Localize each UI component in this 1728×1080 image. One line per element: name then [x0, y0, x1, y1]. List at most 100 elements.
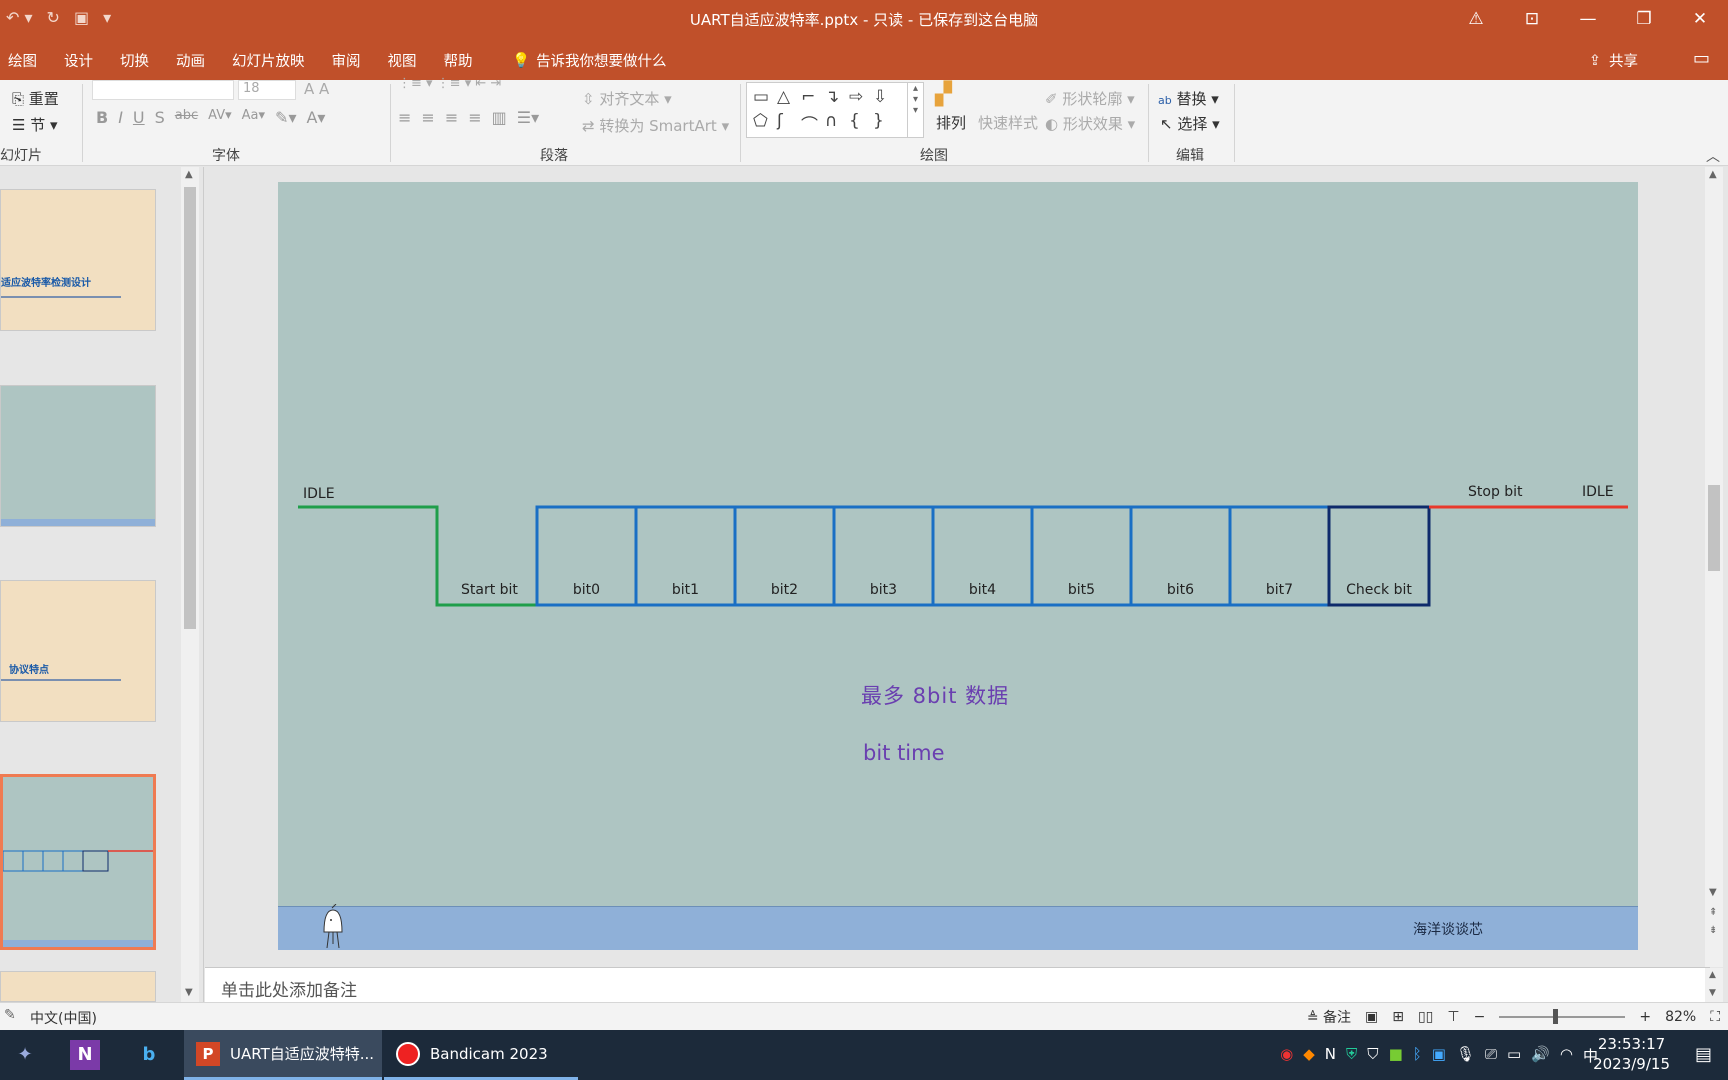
share-button[interactable]: ⇪ 共享 [1589, 50, 1638, 71]
nvidia-tray-icon[interactable]: ■ [1389, 1045, 1403, 1066]
security-tray-icon[interactable]: ⛨ [1346, 1045, 1357, 1066]
normal-view-icon[interactable]: ▣ [1365, 1009, 1378, 1025]
notification-center-icon[interactable]: ▤ [1695, 1044, 1712, 1065]
start-bit-label[interactable]: Start bit [461, 582, 518, 598]
tell-me-search[interactable]: 💡 告诉我你想要做什么 [512, 50, 667, 71]
columns-icon[interactable]: ▥ [492, 108, 507, 127]
slide-scrollbar[interactable]: ▲ ▼ ⇞ ⇟ [1705, 167, 1723, 967]
warning-icon[interactable]: ⚠ [1448, 9, 1504, 29]
tab-animations[interactable]: 动画 [176, 50, 205, 71]
down-arrow-shape-icon[interactable]: ⇩ [873, 87, 897, 107]
font-size-box[interactable]: 18 [238, 80, 296, 100]
check-bit-label[interactable]: Check bit [1329, 582, 1429, 598]
font-color-icon[interactable]: A▾ [306, 108, 325, 127]
bluetooth-icon[interactable]: ᛒ [1413, 1045, 1422, 1066]
tab-review[interactable]: 审阅 [332, 50, 361, 71]
underline-icon[interactable]: U [133, 108, 145, 127]
idle-right-label[interactable]: IDLE [1582, 484, 1614, 500]
scroll-down-icon[interactable]: ▼ [1709, 887, 1717, 898]
onenote-tray-icon[interactable]: N [1325, 1045, 1336, 1066]
align-right-icon[interactable]: ≡ [445, 108, 458, 127]
select-button[interactable]: ↖ 选择 ▾ [1160, 113, 1220, 134]
scroll-down-icon[interactable]: ▼ [185, 987, 193, 998]
justify-icon[interactable]: ≡ [468, 108, 481, 127]
tab-help[interactable]: 帮助 [444, 50, 473, 71]
tab-design[interactable]: 设计 [64, 50, 93, 71]
section-button[interactable]: ☰ 节 ▾ [12, 114, 58, 135]
strikethrough-icon[interactable]: abc [175, 108, 198, 127]
slide-thumbnail-5[interactable] [0, 971, 156, 1002]
line-spacing-icon[interactable]: ☰▾ [517, 108, 539, 127]
change-case-icon[interactable]: Aa▾ [242, 108, 265, 127]
scroll-up-icon[interactable]: ▲ [1709, 169, 1717, 180]
next-slide-icon[interactable]: ⇟ [1709, 925, 1717, 936]
italic-icon[interactable]: I [118, 108, 123, 127]
align-text-button[interactable]: ⇳ 对齐文本 ▾ [582, 88, 672, 109]
shadow-icon[interactable]: S [155, 108, 165, 127]
bit-time-caption[interactable]: bit time [863, 741, 945, 765]
close-button[interactable]: ✕ [1672, 9, 1728, 29]
idle-left-label[interactable]: IDLE [303, 486, 335, 502]
wifi-icon[interactable]: ◠ [1560, 1045, 1573, 1066]
taskbar-clock[interactable]: 23:53:17 2023/9/15 [1593, 1034, 1670, 1074]
bit3-label[interactable]: bit3 [834, 582, 933, 598]
scroll-up-icon[interactable]: ▲ [185, 169, 193, 180]
fit-to-window-icon[interactable]: ⛶ [1710, 1009, 1720, 1025]
notes-placeholder[interactable]: 单击此处添加备注 [221, 976, 357, 1001]
freeform-shape-icon[interactable]: ⬠ [753, 111, 777, 136]
elbow-connector-icon[interactable]: ⌐ [801, 87, 825, 107]
triangle-shape-icon[interactable]: △ [777, 87, 801, 107]
shapes-gallery[interactable]: ▭ △ ⌐ ↴ ⇨ ⇩ ⬠ ʃ ⌒ ∩ { } ▴ ▾ ▾ [746, 82, 924, 138]
spellcheck-icon[interactable]: ✎ [4, 1007, 16, 1023]
max-data-caption[interactable]: 最多 8bit 数据 [861, 680, 1009, 710]
rectangle-shape-icon[interactable]: ▭ [753, 87, 777, 107]
minimize-button[interactable]: — [1560, 9, 1616, 29]
char-spacing-icon[interactable]: AV▾ [208, 108, 231, 127]
restore-button[interactable]: ❐ [1616, 9, 1672, 29]
taskbar-powerpoint[interactable]: P UART自适应波特特... [184, 1030, 382, 1080]
convert-smartart-button[interactable]: ⇄ 转换为 SmartArt ▾ [582, 115, 729, 136]
zoom-level[interactable]: 82% [1665, 1009, 1696, 1025]
notes-scrollbar[interactable]: ▲ ▼ [1705, 968, 1723, 1003]
shapes-gallery-scroll[interactable]: ▴ ▾ ▾ [907, 83, 923, 137]
slide-sorter-icon[interactable]: ⊞ [1392, 1009, 1404, 1025]
reading-view-icon[interactable]: ▯▯ [1418, 1009, 1433, 1025]
arrange-button[interactable]: 排列 [936, 112, 966, 133]
right-arrow-shape-icon[interactable]: ⇨ [849, 87, 873, 107]
right-brace-icon[interactable]: } [873, 111, 897, 136]
zoom-out-icon[interactable]: − [1474, 1009, 1486, 1025]
stop-bit-label[interactable]: Stop bit [1468, 484, 1523, 500]
bold-icon[interactable]: B [96, 108, 108, 127]
slide-thumbnail-1[interactable]: 适应波特率检测设计 [0, 189, 156, 331]
footer-brand[interactable]: 海洋谈谈芯 [1413, 919, 1483, 939]
tab-view[interactable]: 视图 [388, 50, 417, 71]
shape-effects-button[interactable]: ◐ 形状效果 ▾ [1045, 113, 1135, 134]
tab-draw[interactable]: 绘图 [8, 50, 37, 71]
reset-button[interactable]: ⎘ 重置 [12, 88, 59, 109]
slideshow-view-icon[interactable]: ⊤ [1447, 1009, 1459, 1025]
bit7-label[interactable]: bit7 [1230, 582, 1329, 598]
bit0-label[interactable]: bit0 [537, 582, 636, 598]
left-brace-icon[interactable]: { [849, 111, 873, 136]
font-grow-icon[interactable]: A A [304, 80, 329, 98]
bit5-label[interactable]: bit5 [1032, 582, 1131, 598]
volume-icon[interactable]: 🔊 [1531, 1045, 1550, 1066]
store-tray-icon[interactable]: ▣ [1432, 1045, 1446, 1066]
elbow-arrow-icon[interactable]: ↴ [825, 87, 849, 107]
quick-styles-button[interactable]: 快速样式 [978, 112, 1038, 133]
scribble-shape-icon[interactable]: ʃ [777, 111, 801, 136]
slide-scroll-thumb[interactable] [1708, 485, 1720, 571]
shape-outline-button[interactable]: ✐ 形状轮廓 ▾ [1045, 88, 1135, 109]
bit4-label[interactable]: bit4 [933, 582, 1032, 598]
notes-pane[interactable]: 单击此处添加备注 ▲ ▼ [205, 967, 1723, 1003]
collapse-ribbon-icon[interactable]: ︿ [1706, 146, 1720, 166]
previous-slide-icon[interactable]: ⇞ [1709, 907, 1717, 918]
language-indicator[interactable]: 中文(中国) [30, 1008, 97, 1028]
scroll-down-icon[interactable]: ▼ [1709, 988, 1716, 998]
align-center-icon[interactable]: ≡ [421, 108, 434, 127]
tab-transitions[interactable]: 切换 [120, 50, 149, 71]
taskbar-bandicam[interactable]: Bandicam 2023 [384, 1030, 578, 1080]
slide-thumbnail-2[interactable] [0, 385, 156, 527]
display-tray-icon[interactable]: ⎚ [1485, 1045, 1497, 1066]
onenote-icon[interactable]: N [70, 1040, 100, 1070]
